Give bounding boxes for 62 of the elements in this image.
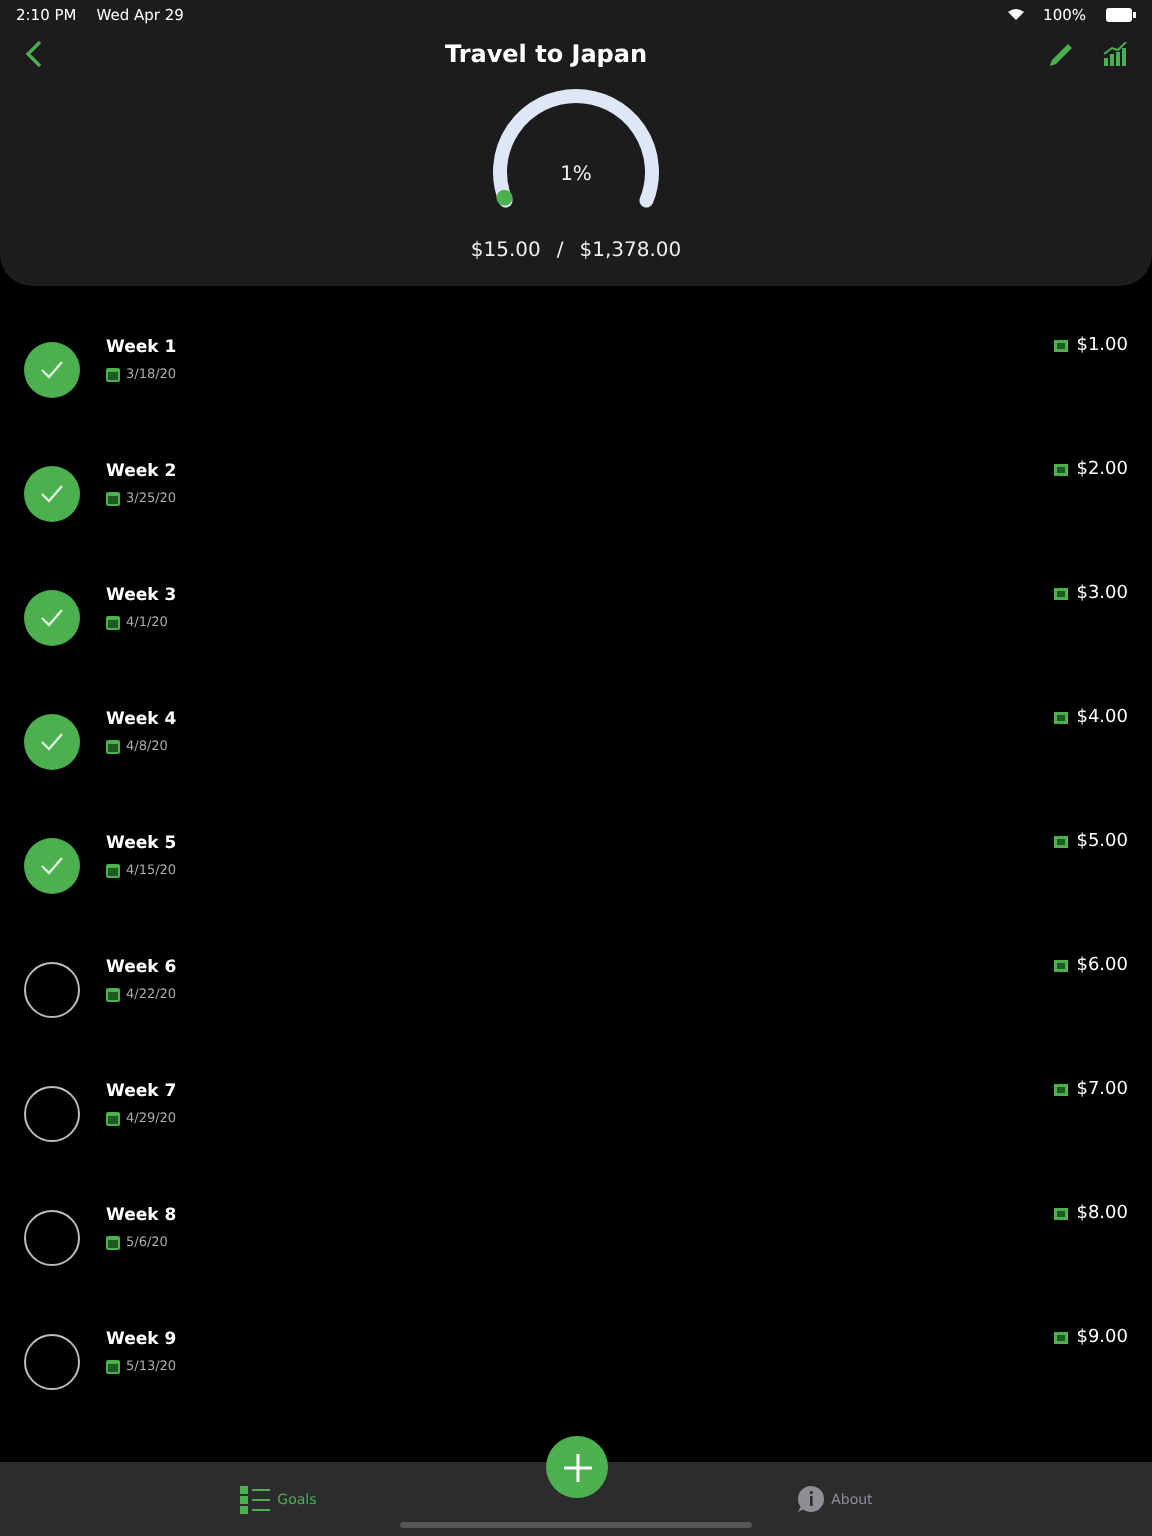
banknote-icon (1054, 1084, 1069, 1096)
deposit-checkbox[interactable] (24, 838, 80, 894)
progress-percent: 1% (558, 164, 594, 186)
add-button[interactable] (546, 1436, 608, 1498)
deposit-checkbox[interactable] (24, 342, 80, 398)
deposit-title: Week 2 (106, 462, 179, 482)
deposit-title: Week 6 (106, 958, 179, 978)
deposit-checkbox[interactable] (24, 590, 80, 646)
checkmark-icon (40, 484, 64, 504)
deposit-amount: $1.00 (1076, 336, 1128, 356)
saved-amount: $15.00 (470, 240, 541, 262)
deposit-checkbox[interactable] (24, 466, 80, 522)
deposit-checkbox[interactable] (24, 1334, 80, 1390)
deposit-checkbox[interactable] (24, 1086, 80, 1142)
banknote-icon (1054, 340, 1069, 352)
calendar-icon (106, 367, 120, 381)
banknote-icon (1054, 836, 1069, 848)
checkmark-icon (40, 856, 64, 876)
calendar-icon (106, 615, 120, 629)
banknote-icon (1054, 960, 1069, 972)
wifi-icon (1007, 8, 1024, 20)
calendar-icon (106, 739, 120, 753)
calendar-icon (106, 1111, 120, 1125)
deposit-amount: $9.00 (1076, 1328, 1128, 1348)
chart-button[interactable] (1098, 38, 1132, 70)
deposit-amount: $4.00 (1076, 708, 1128, 728)
deposit-amount: $6.00 (1076, 956, 1128, 976)
deposit-title: Week 1 (106, 338, 179, 358)
banknote-icon (1054, 464, 1069, 476)
deposit-amount: $8.00 (1076, 1204, 1128, 1224)
plus-icon (563, 1453, 591, 1481)
deposit-checkbox[interactable] (24, 1210, 80, 1266)
checkmark-icon (40, 732, 64, 752)
deposit-amount: $3.00 (1076, 584, 1128, 604)
deposit-amount: $5.00 (1076, 832, 1128, 852)
calendar-icon (106, 987, 120, 1001)
deposit-checkbox[interactable] (24, 714, 80, 770)
screen-title: Travel to Japan (442, 40, 650, 68)
deposit-title: Week 7 (106, 1082, 179, 1102)
deposit-title: Week 4 (106, 710, 179, 730)
battery-icon (1106, 7, 1136, 21)
checkmark-icon (40, 360, 64, 380)
info-bubble-icon (795, 1485, 824, 1513)
deposit-title: Week 5 (106, 834, 179, 854)
deposit-title: Week 8 (106, 1206, 179, 1226)
calendar-icon (106, 863, 120, 877)
banknote-icon (1054, 588, 1069, 600)
deposit-title: Week 9 (106, 1330, 179, 1350)
banknote-icon (1054, 1208, 1069, 1220)
banknote-icon (1054, 1332, 1069, 1344)
deposit-checkbox[interactable] (24, 962, 80, 1018)
deposit-title: Week 3 (106, 586, 179, 606)
banknote-icon (1054, 712, 1069, 724)
checkmark-icon (40, 608, 64, 628)
calendar-icon (106, 1359, 120, 1373)
amount-separator: / (556, 240, 564, 262)
deposit-amount: $7.00 (1076, 1080, 1128, 1100)
goal-amount: $1,378.00 (579, 240, 682, 262)
deposit-amount: $2.00 (1076, 460, 1128, 480)
calendar-icon (106, 491, 120, 505)
calendar-icon (106, 1235, 120, 1249)
checklist-icon (239, 1485, 270, 1513)
